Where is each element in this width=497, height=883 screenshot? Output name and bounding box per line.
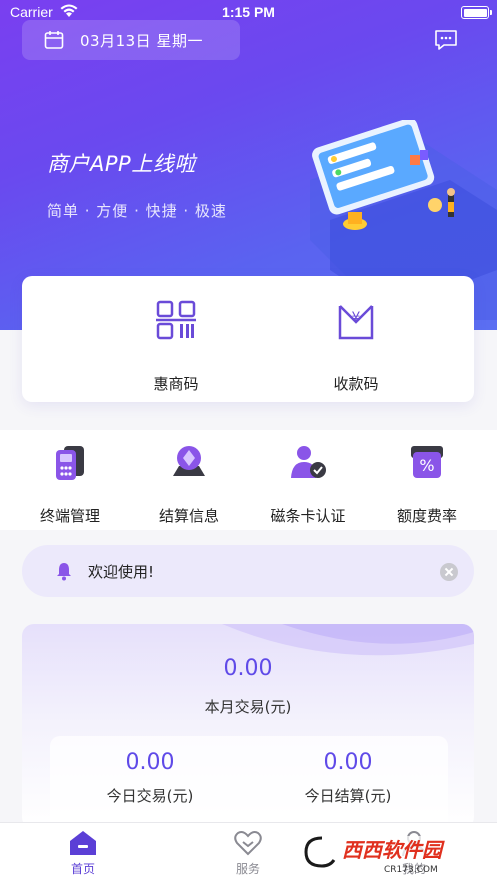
main-action-label: 收款码 (333, 375, 379, 393)
tab-home[interactable]: 首页 (33, 829, 133, 877)
today-trade-label: 今日交易(元) (106, 787, 194, 805)
battery-icon (461, 6, 492, 19)
tab-label: 服务 (235, 862, 260, 876)
main-actions-card: 惠商码 ¥ 收款码 (22, 276, 474, 402)
settlement-info-button[interactable]: 结算信息 (133, 442, 243, 525)
today-trade-stat: 0.00 今日交易(元) (50, 750, 250, 806)
date-label: 03月13日 星期一 (80, 32, 203, 50)
heart-icon (234, 831, 262, 856)
settlement-icon (173, 446, 205, 476)
watermark-logo: 西西软件园 CR173.COM (302, 834, 474, 874)
calendar-icon (44, 31, 64, 49)
today-stats: 0.00 今日交易(元) 0.00 今日结算(元) (50, 736, 448, 829)
bell-icon (57, 563, 71, 581)
card-auth-icon (291, 446, 326, 478)
notice-bar: 欢迎使用! (22, 545, 474, 597)
quota-rate-button[interactable]: % 额度费率 (371, 442, 481, 525)
banner-title: 商户APP上线啦 (47, 152, 196, 176)
main-action-label: 惠商码 (153, 375, 199, 393)
today-settle-stat: 0.00 今日结算(元) (248, 750, 448, 806)
notice-text: 欢迎使用! (88, 563, 155, 581)
hui-shang-code-button[interactable]: 惠商码 (106, 298, 246, 393)
month-trade-label: 本月交易(元) (204, 698, 292, 716)
pos-terminal-icon (56, 446, 84, 480)
svg-text:CR173.COM: CR173.COM (384, 865, 438, 874)
stats-card: 0.00 本月交易(元) 0.00 今日交易(元) 0.00 今日结算(元) (22, 624, 474, 829)
svg-text:西西软件园: 西西软件园 (342, 838, 445, 862)
quick-actions: 终端管理 结算信息 磁条卡认证 % 额度费率 (0, 430, 497, 530)
quick-action-label: 磁条卡认证 (270, 507, 346, 525)
svg-text:%: % (419, 456, 434, 475)
today-settle-label: 今日结算(元) (304, 787, 392, 805)
date-selector[interactable]: 03月13日 星期一 (22, 20, 240, 60)
yuan-receipt-icon: ¥ (338, 305, 374, 340)
receive-code-button[interactable]: ¥ 收款码 (286, 298, 426, 393)
banner-subtitle: 简单 · 方便 · 快捷 · 极速 (47, 202, 227, 220)
today-trade-value: 0.00 (125, 750, 175, 775)
terminal-management-button[interactable]: 终端管理 (14, 442, 124, 525)
close-icon[interactable] (440, 563, 458, 581)
tab-service[interactable]: 服务 (198, 829, 298, 877)
tab-label: 首页 (70, 862, 95, 876)
month-trade-value: 0.00 (223, 656, 273, 681)
rate-icon: % (411, 446, 443, 478)
message-icon[interactable] (434, 29, 458, 51)
home-icon (70, 831, 96, 855)
today-settle-value: 0.00 (323, 750, 373, 775)
quick-action-label: 结算信息 (158, 507, 219, 525)
quick-action-label: 额度费率 (396, 507, 457, 525)
status-time: 1:15 PM (222, 4, 275, 20)
quick-action-label: 终端管理 (39, 507, 100, 525)
qr-code-icon (156, 300, 196, 340)
svg-text:¥: ¥ (352, 310, 361, 326)
card-auth-button[interactable]: 磁条卡认证 (252, 442, 362, 525)
